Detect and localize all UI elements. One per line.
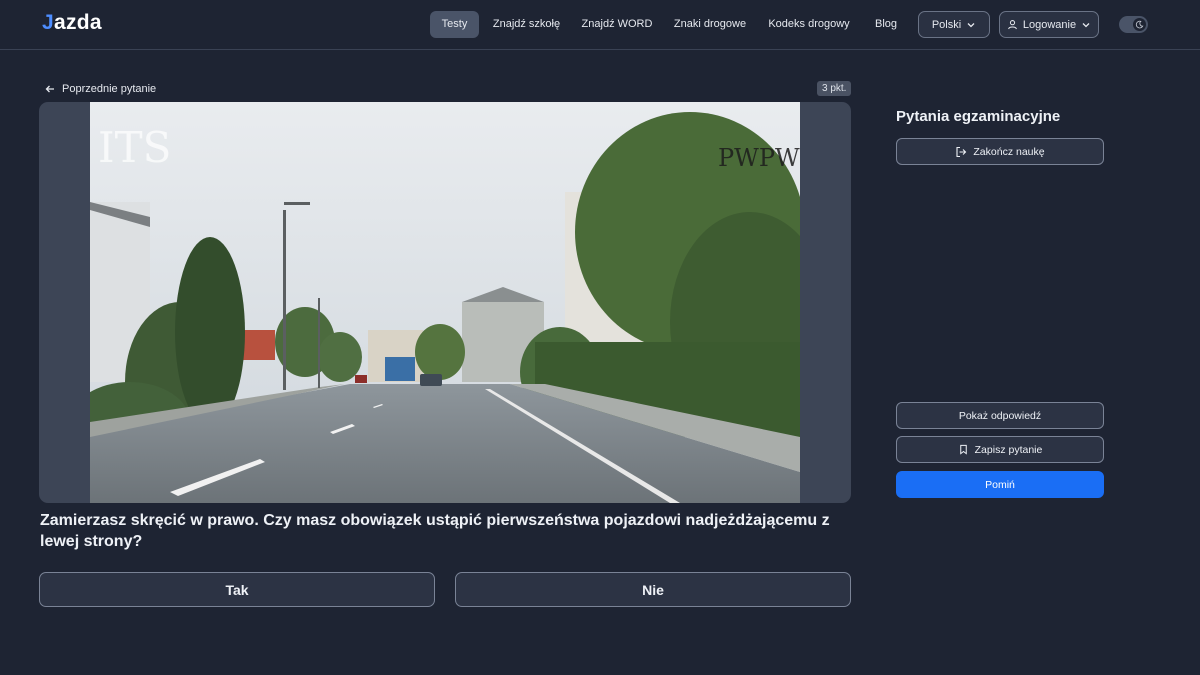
nav-testy[interactable]: Testy	[430, 11, 479, 38]
chevron-down-icon	[967, 22, 975, 27]
moon-icon	[1133, 18, 1146, 31]
user-icon	[1008, 20, 1017, 30]
exit-icon	[956, 146, 967, 157]
nav-kodeks-drogowy[interactable]: Kodeks drogowy	[764, 11, 854, 38]
points-badge: 3 pkt.	[817, 81, 852, 96]
end-learning-button[interactable]: Zakończ naukę	[896, 138, 1104, 165]
sidebar-title: Pytania egzaminacyjne	[896, 108, 1061, 125]
question-media-frame: ITS PWPW	[39, 102, 851, 503]
save-question-label: Zapisz pytanie	[974, 443, 1043, 456]
previous-question-label: Poprzednie pytanie	[62, 83, 157, 95]
nav-blog[interactable]: Blog	[868, 11, 904, 38]
arrow-left-icon	[45, 85, 54, 93]
its-watermark: ITS	[98, 123, 171, 172]
answer-tak-button[interactable]: Tak	[39, 572, 435, 607]
save-question-button[interactable]: Zapisz pytanie	[896, 436, 1104, 463]
question-text: Zamierzasz skręcić w prawo. Czy masz obo…	[40, 512, 830, 550]
top-header: Jazda Testy Znajdź szkołę Znajdź WORD Zn…	[0, 0, 1200, 50]
pwpw-watermark: PWPW	[718, 144, 800, 172]
language-label: Polski	[931, 18, 962, 31]
logo[interactable]: Jazda	[42, 11, 102, 35]
login-button[interactable]: Logowanie	[999, 11, 1099, 38]
end-learning-label: Zakończ naukę	[973, 145, 1045, 158]
nav-znajdz-szkole[interactable]: Znajdź szkołę	[488, 11, 565, 38]
previous-question-link[interactable]: Poprzednie pytanie	[44, 81, 156, 97]
bookmark-icon	[959, 444, 967, 455]
logo-text: azda	[53, 11, 102, 34]
skip-button[interactable]: Pomiń	[896, 471, 1104, 498]
show-answer-button[interactable]: Pokaż odpowiedź	[896, 402, 1104, 429]
language-select[interactable]: Polski	[918, 11, 990, 38]
question-image: ITS PWPW	[90, 102, 800, 503]
answer-nie-button[interactable]: Nie	[455, 572, 851, 607]
nav-znajdz-word[interactable]: Znajdź WORD	[578, 11, 656, 38]
chevron-down-icon	[1082, 22, 1090, 27]
logo-mark: J	[42, 11, 54, 34]
nav-znaki-drogowe[interactable]: Znaki drogowe	[669, 11, 751, 38]
theme-toggle[interactable]	[1119, 16, 1148, 33]
login-label: Logowanie	[1022, 18, 1077, 31]
